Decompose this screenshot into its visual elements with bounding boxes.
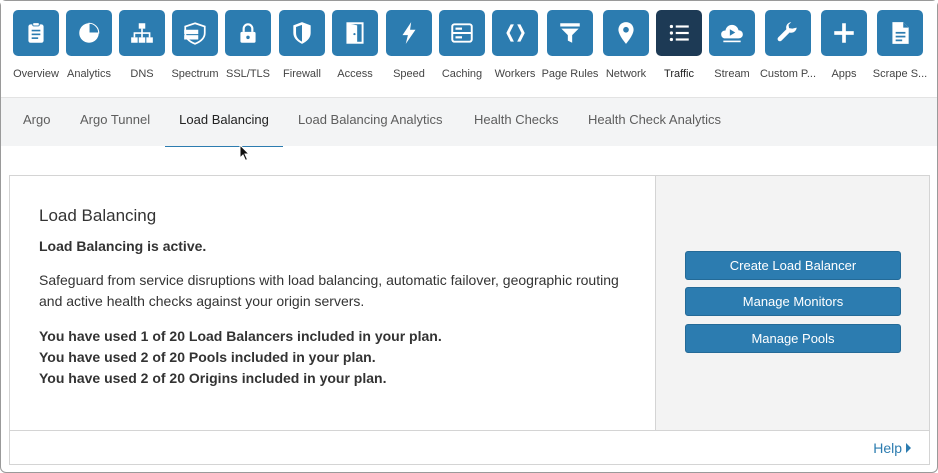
lightning-icon <box>402 22 416 44</box>
nav-label: Scrape S... <box>872 68 928 80</box>
filter-icon <box>560 23 580 43</box>
workers-icon <box>506 24 525 42</box>
wrench-icon <box>777 22 797 42</box>
tab-argo-tunnel[interactable]: Argo Tunnel <box>80 98 150 147</box>
usage-origins: You have used 2 of 20 Origins included i… <box>39 370 387 386</box>
list-icon <box>669 24 689 42</box>
card-actions: Create Load Balancer Manage Monitors Man… <box>655 176 929 430</box>
shield-server-icon <box>184 22 206 45</box>
tab-health-check-analytics[interactable]: Health Check Analytics <box>588 98 721 147</box>
tab-health-checks[interactable]: Health Checks <box>474 98 559 147</box>
card-description: Safeguard from service disruptions with … <box>39 272 619 309</box>
nav-item-scrape-shield[interactable]: Scrape S... <box>867 10 933 90</box>
pie-chart-icon <box>79 22 100 43</box>
firewall-shield-icon <box>293 22 311 44</box>
status-text: Load Balancing is active. <box>39 238 207 254</box>
plus-icon <box>834 23 854 43</box>
mouse-cursor-icon <box>239 144 251 162</box>
manage-pools-button[interactable]: Manage Pools <box>685 324 901 353</box>
caret-right-icon <box>906 443 911 454</box>
cloud-play-icon <box>721 24 743 43</box>
card-title: Load Balancing <box>39 206 157 225</box>
document-icon <box>892 22 909 44</box>
card-content: Load Balancing Load Balancing is active.… <box>10 176 655 430</box>
tab-load-balancing-analytics[interactable]: Load Balancing Analytics <box>298 98 443 147</box>
load-balancing-card: Load Balancing Load Balancing is active.… <box>9 175 930 465</box>
server-icon <box>451 23 473 43</box>
help-label: Help <box>873 440 902 456</box>
network-tree-icon <box>131 23 153 43</box>
tab-argo[interactable]: Argo <box>23 98 50 147</box>
door-icon <box>346 22 364 44</box>
app-nav-bar: Overview Analytics DNS Spectrum SSL/TLS … <box>1 1 937 97</box>
usage-summary: You have used 1 of 20 Load Balancers inc… <box>39 326 442 389</box>
usage-load-balancers: You have used 1 of 20 Load Balancers inc… <box>39 328 442 344</box>
location-pin-icon <box>618 22 634 44</box>
usage-pools: You have used 2 of 20 Pools included in … <box>39 349 376 365</box>
traffic-subnav: Argo Argo Tunnel Load Balancing Load Bal… <box>1 97 937 147</box>
manage-monitors-button[interactable]: Manage Monitors <box>685 287 901 316</box>
lock-icon <box>240 23 256 43</box>
tab-load-balancing[interactable]: Load Balancing <box>165 98 283 147</box>
card-footer: Help <box>10 430 929 464</box>
clipboard-icon <box>28 22 44 43</box>
create-load-balancer-button[interactable]: Create Load Balancer <box>685 251 901 280</box>
help-link[interactable]: Help <box>873 440 911 456</box>
